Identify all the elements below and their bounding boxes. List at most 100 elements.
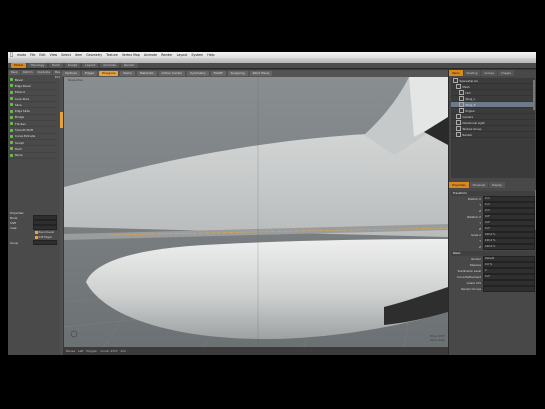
tab-display[interactable]: Display: [489, 182, 505, 188]
properties-tabs: Properties Channels Display: [449, 182, 536, 188]
checkbox-icon: [35, 236, 38, 239]
side-strip-handle[interactable]: [60, 112, 63, 128]
property-label: Position X: [467, 197, 481, 201]
item-list-scrollbar[interactable]: [533, 80, 535, 110]
visibility-icon[interactable]: [453, 78, 458, 83]
tool-icon: [10, 90, 13, 94]
tool-label: Curve Extrude: [15, 134, 36, 139]
list-item-label: Texture Group: [462, 126, 482, 131]
tab-model[interactable]: Model: [11, 63, 27, 68]
polygons-button[interactable]: Polygons: [99, 71, 119, 76]
tool-properties: Properties Mode Shift Inset Round Level …: [10, 210, 57, 246]
property-label: Dissolve: [469, 263, 481, 267]
tool-icon: [10, 153, 13, 157]
list-item-label: Wing_L: [465, 96, 476, 101]
tab-images[interactable]: Images: [498, 70, 514, 76]
tool-icon: [10, 122, 13, 126]
tool-label: Slice: [15, 102, 22, 107]
visibility-icon[interactable]: [459, 102, 464, 107]
tool-label: Edge Bevel: [15, 83, 31, 88]
properties-list: Transform Position X0 m Y0 m Z0 m Rotati…: [451, 190, 535, 292]
items-button[interactable]: Items: [120, 71, 135, 76]
status-button: Left: [78, 349, 84, 353]
properties-scrollbar[interactable]: [535, 190, 536, 230]
list-item-label: Spaceship.lxo: [459, 78, 479, 83]
mode-tab-bar: Model Topology Paint Sculpt Layout Anima…: [8, 63, 536, 69]
status-mode: Polygon: [86, 349, 98, 353]
round-level-checkbox[interactable]: Round Level: [35, 231, 57, 235]
property-label: Linear UVs: [466, 281, 481, 285]
tool-label: Extend: [15, 90, 25, 95]
tab-properties[interactable]: Properties: [449, 182, 469, 188]
tool-move[interactable]: Move: [10, 153, 56, 159]
visibility-icon[interactable]: [456, 132, 461, 137]
viewport-poly-count: Polys: 4337: [430, 335, 445, 338]
snapping-button[interactable]: Snapping: [227, 71, 248, 76]
viewport-label[interactable]: Perspective: [68, 79, 83, 82]
list-item-label: Camera: [462, 114, 474, 119]
tab-render[interactable]: Render: [120, 63, 138, 68]
viewport-vert-count: Verts: 4412: [430, 339, 445, 342]
work-plane-button[interactable]: Work Plane: [249, 71, 273, 76]
tab-sculpt[interactable]: Sculpt: [64, 63, 81, 68]
property-label: Y: [479, 203, 481, 207]
falloff-button[interactable]: Falloff: [210, 71, 226, 76]
visibility-icon[interactable]: [459, 108, 464, 113]
tool-properties-title: Properties: [10, 210, 24, 215]
tab-paint[interactable]: Paint: [49, 63, 63, 68]
tool-icon: [10, 97, 13, 101]
tool-label: Bevel: [15, 77, 23, 82]
list-item[interactable]: Render: [451, 132, 535, 138]
checkbox-label: Round Level: [38, 231, 54, 234]
visibility-icon[interactable]: [456, 114, 461, 119]
tool-tab-basic[interactable]: Basic: [9, 70, 20, 75]
tool-label: Loop Slice: [15, 96, 30, 101]
tab-topology[interactable]: Topology: [28, 63, 48, 68]
status-info: Info: [120, 349, 126, 353]
property-row: Render Curves: [451, 286, 535, 292]
property-label: Rotation X: [467, 215, 481, 219]
edges-button[interactable]: Edges: [81, 71, 98, 76]
tool-label: Edge Slide: [15, 109, 30, 114]
tool-label: Smooth Shift: [15, 128, 34, 133]
visibility-icon[interactable]: [459, 90, 464, 95]
tool-prop-field[interactable]: [33, 224, 57, 231]
property-label: Render: [471, 257, 481, 261]
viewport-toolbar: Vertices Edges Polygons Items Materials …: [60, 70, 448, 77]
tab-items[interactable]: Items: [449, 70, 463, 76]
tool-icon: [10, 134, 13, 138]
tool-icon: [10, 84, 13, 88]
property-label: Curve Refinement: [456, 275, 481, 279]
tool-tab-duplicate[interactable]: Duplicate: [35, 70, 52, 75]
tool-prop-label: Group: [10, 240, 19, 245]
scene-tabs: Items Shading Groups Images: [449, 70, 536, 76]
property-label: Z: [479, 209, 481, 213]
viewport-side-strip[interactable]: [60, 77, 63, 355]
tab-shading[interactable]: Shading: [463, 70, 481, 76]
property-label: Z: [479, 245, 481, 249]
materials-button[interactable]: Materials: [136, 71, 157, 76]
tool-label: Thicken: [15, 121, 26, 126]
tool-tab-deform[interactable]: Deform: [20, 70, 35, 75]
viewport-render: [64, 77, 448, 347]
visibility-icon[interactable]: [459, 96, 464, 101]
tool-label: Sculpt: [15, 140, 24, 145]
status-mouse: Mouse: [66, 349, 76, 353]
tab-layout[interactable]: Layout: [82, 63, 99, 68]
tab-animate[interactable]: Animate: [100, 63, 119, 68]
property-field[interactable]: 100.0 %: [483, 244, 535, 250]
3d-viewport[interactable]: Perspective Polys: 4337 Verts: 4412: [64, 77, 448, 347]
tool-prop-field[interactable]: [33, 239, 57, 246]
visibility-icon[interactable]: [456, 126, 461, 131]
visibility-icon[interactable]: [456, 120, 461, 125]
visibility-icon[interactable]: [456, 84, 461, 89]
symmetry-button[interactable]: Symmetry: [187, 71, 209, 76]
tool-icon: [10, 103, 13, 107]
soft-edges-checkbox[interactable]: Soft Edges: [35, 236, 57, 240]
tab-groups[interactable]: Groups: [481, 70, 498, 76]
vertices-button[interactable]: Vertices: [62, 71, 80, 76]
tab-channels[interactable]: Channels: [469, 182, 489, 188]
action-center-button[interactable]: Action Center: [158, 71, 186, 76]
tool-icon: [10, 78, 13, 82]
property-checkbox[interactable]: [483, 286, 535, 292]
